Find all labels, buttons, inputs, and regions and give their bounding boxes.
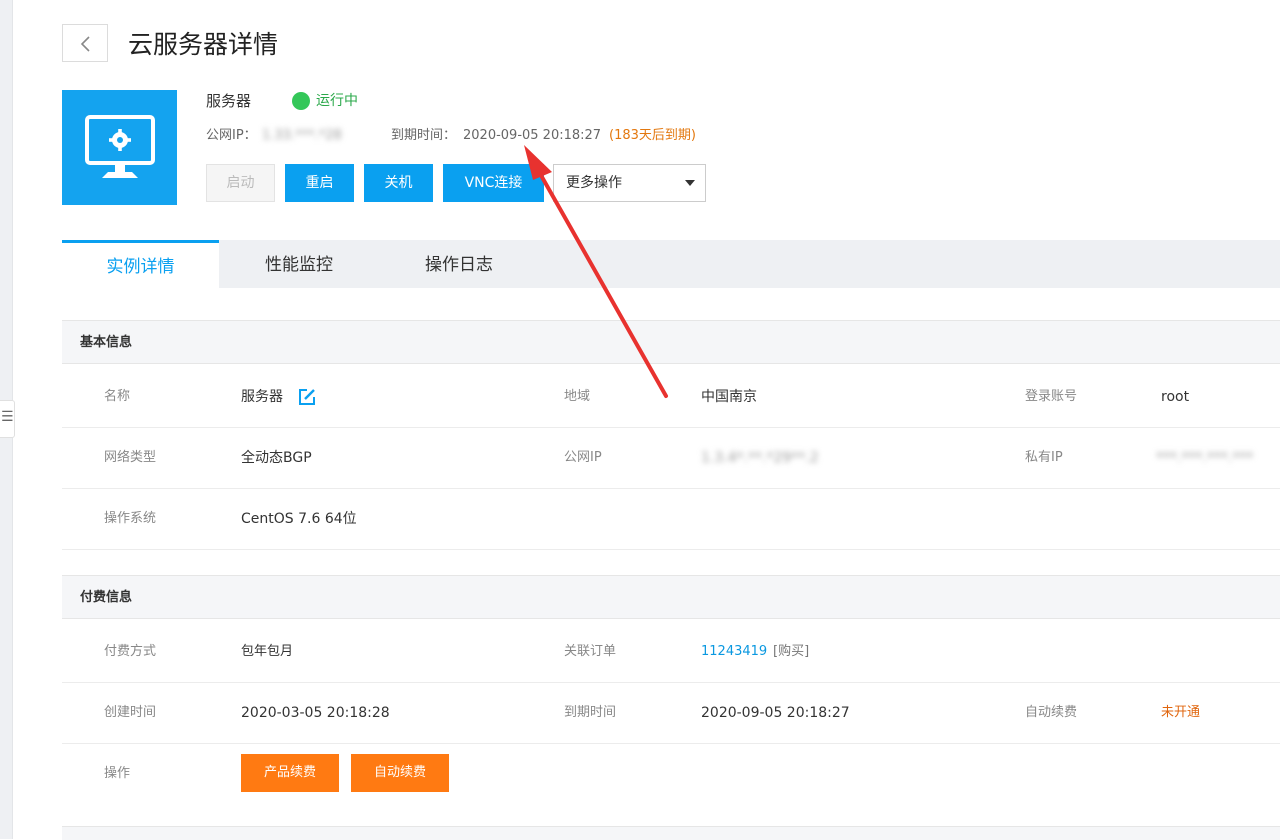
public-ip-detail-value: 1.3.4*.**.*29**.2 bbox=[701, 450, 819, 466]
vnc-connect-button[interactable]: VNC连接 bbox=[443, 164, 544, 202]
server-monitor-icon bbox=[62, 90, 177, 205]
tab-operation-log[interactable]: 操作日志 bbox=[379, 240, 539, 288]
account-value: root bbox=[1161, 389, 1190, 405]
edit-icon[interactable] bbox=[298, 388, 316, 406]
basic-info-header: 基本信息 bbox=[62, 320, 1280, 364]
row-divider bbox=[62, 427, 1280, 428]
related-order-link[interactable]: 11243419 bbox=[701, 642, 767, 662]
sidebar-toggle[interactable]: ☰ bbox=[0, 400, 15, 438]
auto-renew-label: 自动续费 bbox=[1025, 705, 1078, 720]
start-button[interactable]: 启动 bbox=[206, 164, 275, 202]
row-divider bbox=[62, 549, 1280, 550]
region-label: 地域 bbox=[564, 389, 591, 404]
restart-button[interactable]: 重启 bbox=[285, 164, 354, 202]
status-indicator-icon bbox=[292, 92, 310, 110]
bottom-section-edge bbox=[62, 826, 1280, 840]
expire-value: 2020-09-05 20:18:27 bbox=[463, 128, 602, 143]
more-actions-dropdown[interactable]: 更多操作 bbox=[553, 164, 706, 202]
tab-bar: 实例详情 性能监控 操作日志 bbox=[62, 240, 1280, 288]
tab-instance-details[interactable]: 实例详情 bbox=[62, 240, 219, 288]
auto-renew-button[interactable]: 自动续费 bbox=[351, 754, 449, 792]
expire-time-label: 到期时间 bbox=[564, 705, 617, 720]
basic-info-title: 基本信息 bbox=[80, 335, 133, 350]
caret-down-icon bbox=[685, 180, 695, 186]
public-ip-label: 公网IP： bbox=[206, 128, 257, 143]
expire-label: 到期时间： bbox=[391, 128, 457, 143]
public-ip-detail-label: 公网IP bbox=[564, 450, 602, 465]
auto-renew-status: 未开通 bbox=[1161, 705, 1201, 720]
expire-time-value: 2020-09-05 20:18:27 bbox=[701, 705, 850, 721]
account-label: 登录账号 bbox=[1025, 389, 1078, 404]
status-text: 运行中 bbox=[316, 93, 358, 109]
payment-method-label: 付费方式 bbox=[104, 644, 157, 659]
payment-method-value: 包年包月 bbox=[241, 644, 294, 659]
back-button[interactable] bbox=[62, 24, 108, 62]
private-ip-label: 私有IP bbox=[1025, 450, 1063, 465]
shutdown-button[interactable]: 关机 bbox=[364, 164, 433, 202]
tab-performance-monitoring[interactable]: 性能监控 bbox=[219, 240, 379, 288]
name-label: 名称 bbox=[104, 389, 131, 404]
name-value: 服务器 bbox=[241, 389, 283, 405]
row-divider bbox=[62, 488, 1280, 489]
menu-icon: ☰ bbox=[1, 409, 14, 425]
operations-label: 操作 bbox=[104, 766, 131, 781]
row-divider bbox=[62, 743, 1280, 744]
region-value: 中国南京 bbox=[701, 389, 757, 405]
order-purchase-link[interactable]: [购买] bbox=[773, 642, 809, 662]
more-actions-label: 更多操作 bbox=[566, 175, 622, 191]
related-order-label: 关联订单 bbox=[564, 644, 617, 659]
created-time-label: 创建时间 bbox=[104, 705, 157, 720]
server-name: 服务器 bbox=[206, 92, 252, 110]
private-ip-value: ***.***.***.*** bbox=[1156, 450, 1254, 466]
network-type-value: 全动态BGP bbox=[241, 450, 312, 466]
network-type-label: 网络类型 bbox=[104, 450, 157, 465]
created-time-value: 2020-03-05 20:18:28 bbox=[241, 705, 390, 721]
chevron-left-icon bbox=[80, 36, 90, 52]
os-value: CentOS 7.6 64位 bbox=[241, 511, 357, 527]
billing-info-header: 付费信息 bbox=[62, 575, 1280, 619]
public-ip-value: 1.33.***.*28 bbox=[262, 128, 342, 143]
billing-info-title: 付费信息 bbox=[80, 590, 133, 605]
row-divider bbox=[62, 682, 1280, 683]
os-label: 操作系统 bbox=[104, 511, 157, 526]
product-renew-button[interactable]: 产品续费 bbox=[241, 754, 339, 792]
page-title: 云服务器详情 bbox=[128, 30, 279, 59]
expire-remaining: (183天后到期) bbox=[609, 128, 696, 143]
